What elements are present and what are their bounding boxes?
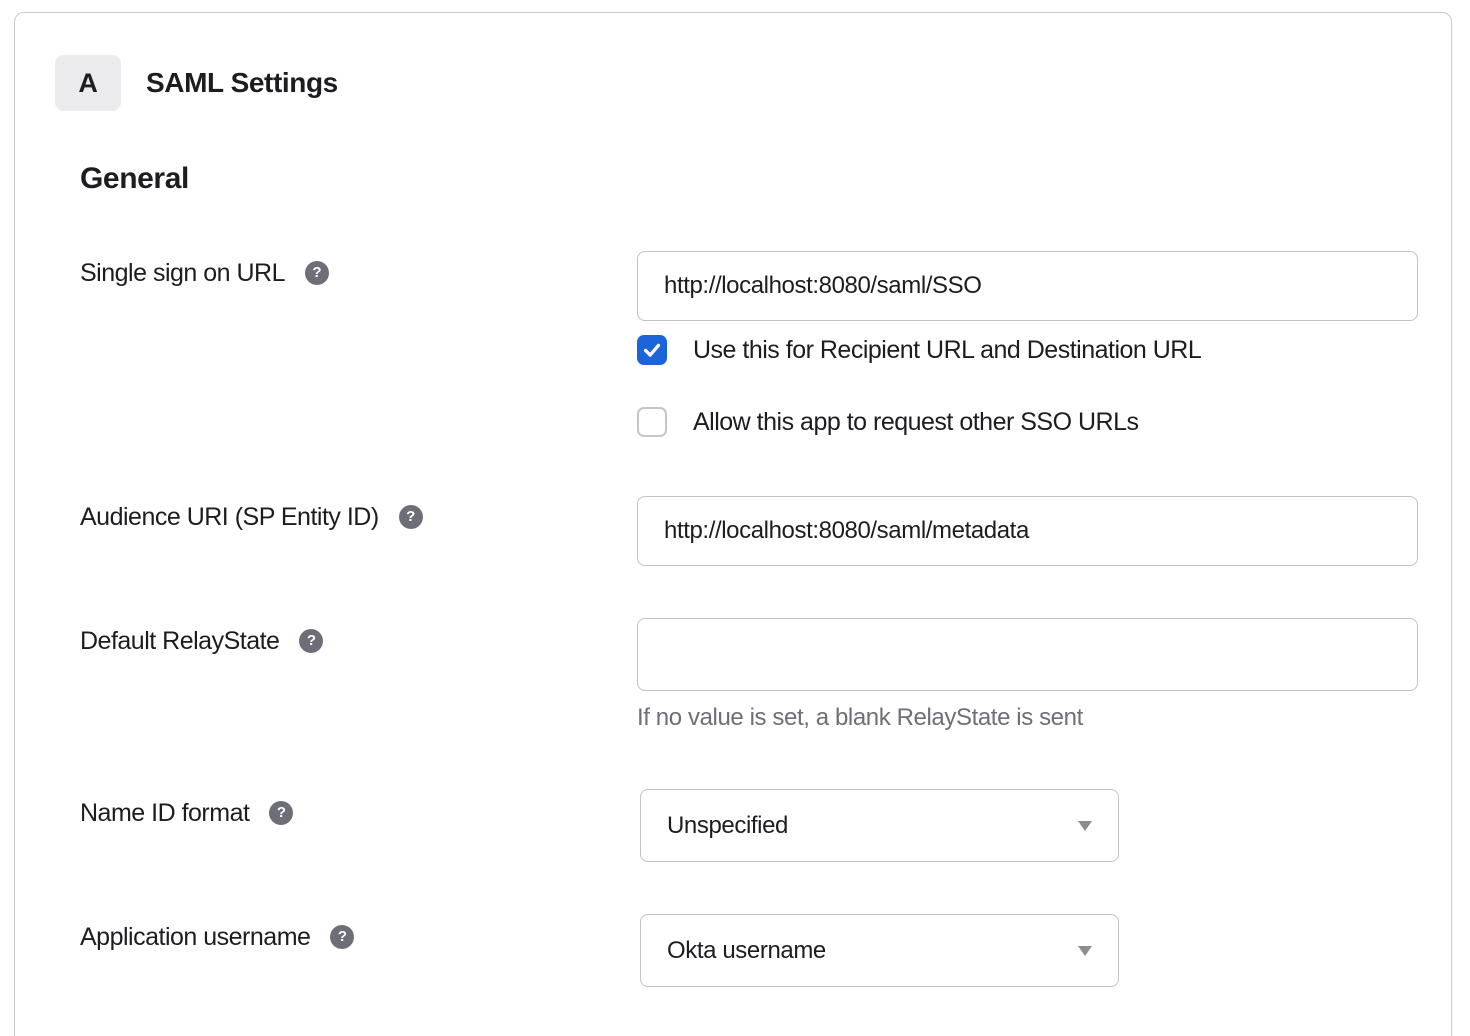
app-username-label: Application username (80, 922, 310, 952)
other-sso-checkbox-label[interactable]: Allow this app to request other SSO URLs (693, 407, 1139, 437)
name-id-format-select[interactable]: Unspecified (640, 789, 1119, 862)
caret-down-icon (1078, 946, 1092, 956)
name-id-format-help-icon[interactable]: ? (269, 801, 293, 825)
name-id-format-selected-value: Unspecified (667, 812, 788, 840)
name-id-format-label: Name ID format (80, 798, 249, 828)
audience-uri-input[interactable] (637, 496, 1418, 566)
recipient-url-checkbox-row: Use this for Recipient URL and Destinati… (637, 335, 1201, 365)
relaystate-label-row: Default RelayState ? (80, 626, 323, 656)
sso-url-input[interactable] (637, 251, 1418, 321)
audience-uri-label: Audience URI (SP Entity ID) (80, 502, 379, 532)
saml-settings-card: A SAML Settings General Single sign on U… (14, 12, 1452, 1036)
sso-url-label-row: Single sign on URL ? (80, 258, 329, 288)
relaystate-label: Default RelayState (80, 626, 279, 656)
sso-url-help-icon[interactable]: ? (305, 261, 329, 285)
sso-url-label: Single sign on URL (80, 258, 285, 288)
step-a-badge-letter: A (78, 68, 97, 99)
section-heading-general: General (80, 162, 189, 196)
other-sso-checkbox-row: Allow this app to request other SSO URLs (637, 407, 1139, 437)
saml-settings-page: A SAML Settings General Single sign on U… (0, 0, 1470, 1036)
page-title: SAML Settings (146, 67, 338, 99)
recipient-url-checkbox[interactable] (637, 335, 667, 365)
app-username-help-icon[interactable]: ? (330, 925, 354, 949)
recipient-url-checkbox-label[interactable]: Use this for Recipient URL and Destinati… (693, 335, 1201, 365)
app-username-selected-value: Okta username (667, 937, 826, 965)
relaystate-help-icon[interactable]: ? (299, 629, 323, 653)
caret-down-icon (1078, 821, 1092, 831)
step-a-badge: A (55, 55, 121, 111)
checkmark-icon (641, 339, 663, 361)
app-username-label-row: Application username ? (80, 922, 354, 952)
audience-uri-label-row: Audience URI (SP Entity ID) ? (80, 502, 423, 532)
app-username-select[interactable]: Okta username (640, 914, 1119, 987)
name-id-format-label-row: Name ID format ? (80, 798, 293, 828)
audience-uri-help-icon[interactable]: ? (399, 505, 423, 529)
relaystate-input[interactable] (637, 618, 1418, 691)
other-sso-checkbox[interactable] (637, 407, 667, 437)
relaystate-hint: If no value is set, a blank RelayState i… (637, 703, 1083, 733)
